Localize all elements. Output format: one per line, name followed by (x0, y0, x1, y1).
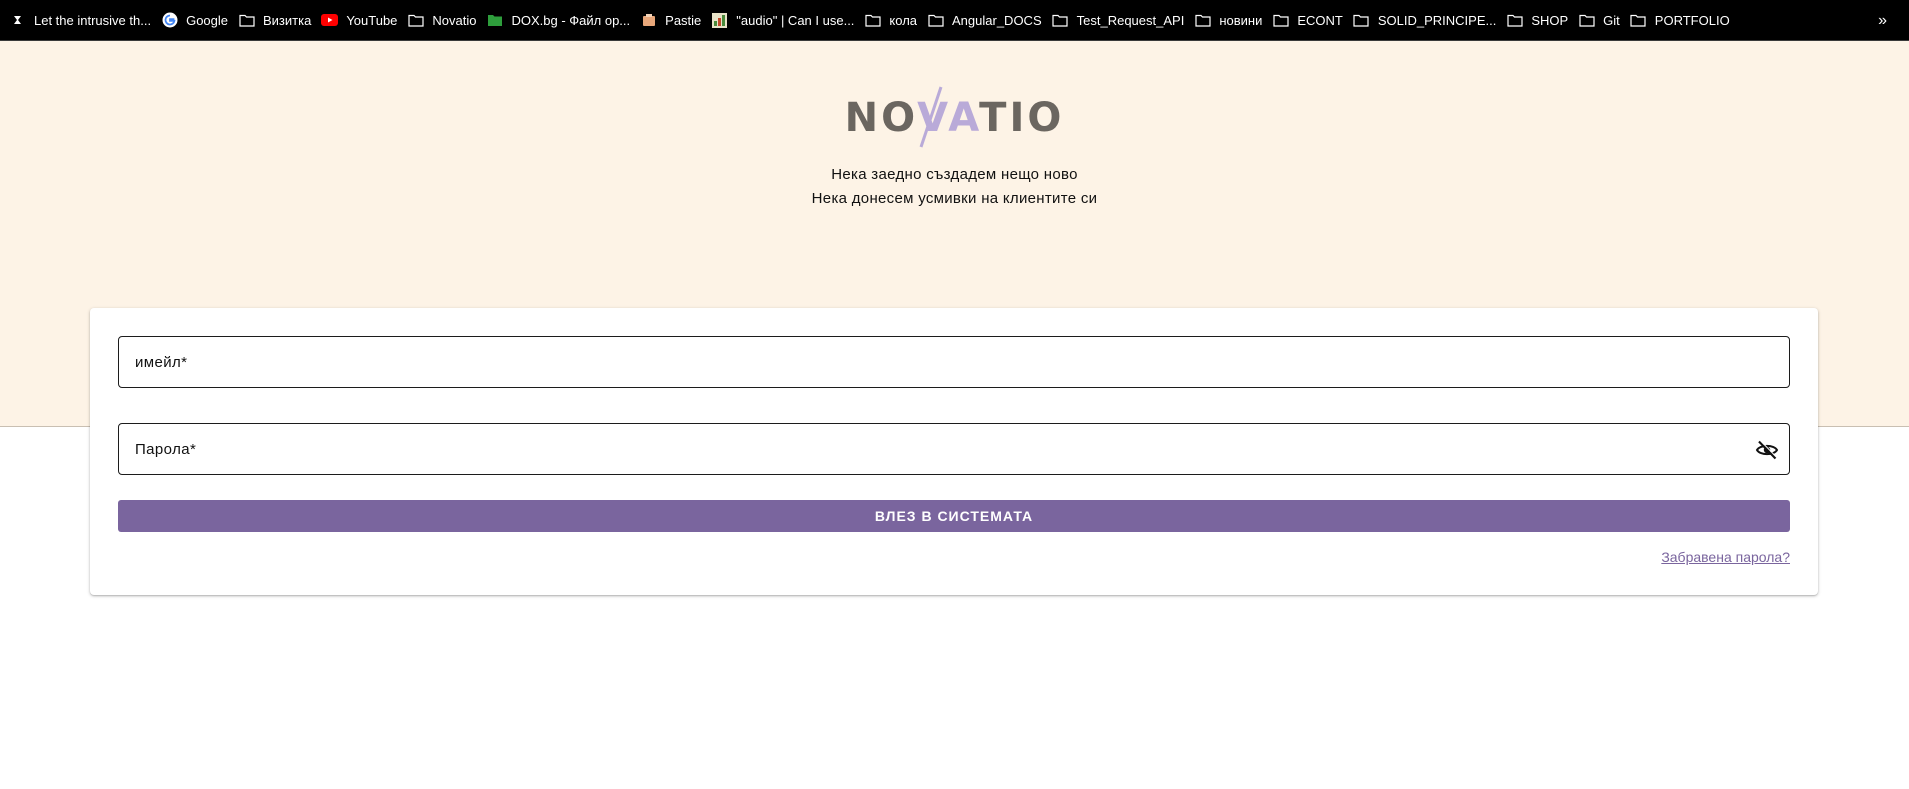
folder-icon (1353, 12, 1370, 28)
folder-icon (1506, 12, 1523, 28)
bookmark-label: Git (1603, 12, 1620, 28)
youtube-icon (321, 12, 339, 28)
forgot-password-link[interactable]: Забравена парола? (1661, 549, 1790, 565)
google-icon (161, 12, 178, 28)
folder-icon (1578, 12, 1595, 28)
folder-icon (1194, 12, 1211, 28)
folder-icon (407, 12, 424, 28)
email-field-label: имейл* (135, 353, 188, 371)
bookmark-item[interactable]: кола (862, 6, 925, 34)
bookmark-item[interactable]: Let the intrusive th... (7, 6, 159, 34)
pearl-icon (9, 12, 26, 28)
bookmark-item[interactable]: SOLID_PRINCIPE... (1351, 6, 1504, 34)
bookmark-label: DOX.bg - Файл ор... (511, 12, 631, 28)
bookmark-label: Google (186, 12, 228, 28)
bookmark-item[interactable]: PORTFOLIO (1628, 6, 1738, 34)
bookmark-item[interactable]: Pastie (638, 6, 709, 34)
eye-off-icon[interactable] (1755, 438, 1779, 462)
bookmark-label: новини (1219, 12, 1263, 28)
folder-icon (864, 12, 881, 28)
bookmark-item[interactable]: Git (1576, 6, 1628, 34)
bookmark-label: SHOP (1531, 12, 1569, 28)
folder-icon (238, 12, 255, 28)
folder-icon (1272, 12, 1289, 28)
password-field-label: Парола* (135, 440, 197, 458)
pastie-icon (640, 12, 657, 28)
bookmark-item[interactable]: Google (159, 6, 236, 34)
login-button[interactable]: ВЛЕЗ В СИСТЕМАТА (118, 500, 1790, 532)
bookmark-label: Визитка (263, 12, 312, 28)
bookmark-label: SOLID_PRINCIPE... (1377, 12, 1497, 28)
bookmark-label: Novatio (432, 12, 477, 28)
bookmark-item[interactable]: YouTube (319, 6, 405, 34)
folder-icon (1630, 12, 1647, 28)
bookmarks-bar: Let the intrusive th... Google Визитка Y… (0, 0, 1909, 41)
bookmark-item[interactable]: "audio" | Can I use... (709, 6, 862, 34)
bookmark-label: Pastie (665, 12, 702, 28)
logo-slash-mark (919, 86, 943, 148)
bookmark-label: YouTube (346, 12, 398, 28)
more-bookmarks-chevron-icon[interactable]: » (1878, 12, 1887, 30)
bookmark-label: Test_Request_API (1076, 12, 1185, 28)
novatio-logo: NOVATIO (0, 86, 1909, 155)
bookmark-item[interactable]: Novatio (405, 6, 484, 34)
bookmark-label: Let the intrusive th... (34, 12, 152, 28)
bookmark-item[interactable]: Визитка (236, 6, 319, 34)
bookmark-item[interactable]: Angular_DOCS (925, 6, 1050, 34)
bookmark-item[interactable]: новини (1192, 6, 1270, 34)
bookmark-label: PORTFOLIO (1654, 12, 1730, 28)
bookmark-item[interactable]: Test_Request_API (1050, 6, 1193, 34)
folder-icon (927, 12, 944, 28)
tagline-primary: Нека заедно създадем нещо ново (831, 166, 1078, 183)
bookmark-label: ECONT (1297, 12, 1343, 28)
folder-icon (1052, 12, 1069, 28)
email-field[interactable]: имейл* (118, 336, 1790, 388)
bookmark-item[interactable]: SHOP (1504, 6, 1576, 34)
dox-folder-icon (486, 12, 503, 28)
bookmark-label: кола (889, 12, 918, 28)
caniuse-icon (711, 12, 728, 28)
bookmark-item[interactable]: DOX.bg - Файл ор... (484, 6, 638, 34)
bookmark-item[interactable]: ECONT (1270, 6, 1351, 34)
bookmark-label: Angular_DOCS (952, 12, 1042, 28)
bookmark-label: "audio" | Can I use... (736, 12, 855, 28)
login-card: имейл* Парола* ВЛЕЗ В СИСТЕМАТА Забравен… (90, 308, 1818, 595)
tagline-secondary: Нека донесем усмивки на клиентите си (811, 190, 1098, 207)
password-field[interactable]: Парола* (118, 423, 1790, 475)
logo-text-right: TIO (979, 95, 1065, 141)
